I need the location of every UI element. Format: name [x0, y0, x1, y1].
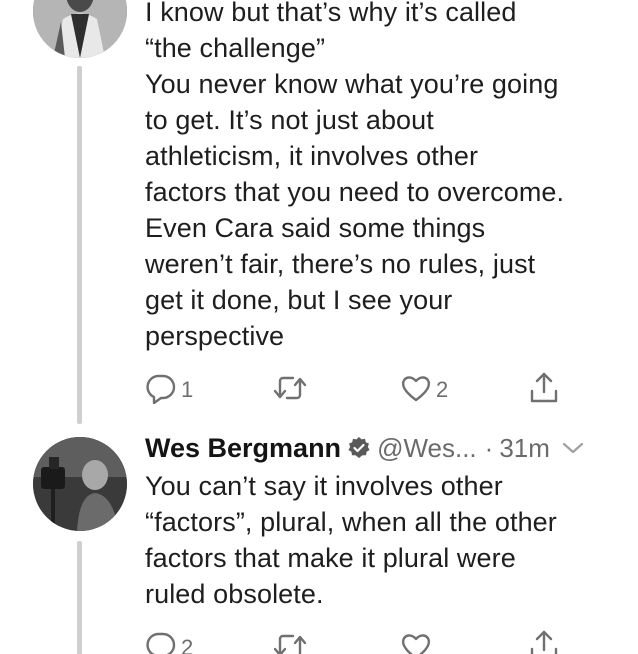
- tweet1-text: I know but that’s why it’s called “the c…: [145, 0, 564, 354]
- retweet-button[interactable]: [273, 628, 311, 654]
- tweet1-line: factors that you need to overcome.: [145, 177, 565, 207]
- retweet-icon: [273, 372, 307, 409]
- tweet1-line: weren’t fair, there’s no rules, just: [145, 249, 536, 279]
- verified-badge-icon: [347, 436, 371, 460]
- avatar-tweet2[interactable]: [33, 437, 127, 531]
- avatar-tweet2-image: [33, 437, 127, 531]
- reply-button[interactable]: 1: [145, 370, 193, 410]
- like-count: 2: [436, 377, 449, 402]
- tweet1-line: “the challenge”: [145, 33, 326, 63]
- tweet2-line: factors that make it plural were: [145, 543, 516, 573]
- tweet2-text: You can’t say it involves other “factors…: [145, 468, 557, 612]
- reply-icon: [145, 372, 177, 409]
- tweet2-header: Wes Bergmann @Wes... · 31m: [145, 428, 615, 468]
- retweet-button[interactable]: [273, 370, 311, 410]
- tweet2-line: “factors”, plural, when all the other: [145, 507, 557, 537]
- like-button[interactable]: [400, 628, 436, 654]
- like-button[interactable]: 2: [400, 370, 448, 410]
- reply-icon: [145, 630, 177, 654]
- tweet2-line: ruled obsolete.: [145, 579, 324, 609]
- heart-icon: [400, 630, 432, 654]
- share-button[interactable]: [528, 628, 560, 654]
- retweet-icon: [273, 630, 307, 654]
- share-icon: [528, 629, 560, 654]
- handle[interactable]: @Wes...: [377, 433, 477, 464]
- tweet1-actions: 1 2: [145, 370, 565, 410]
- tweet1-line: athleticism, it involves other: [145, 141, 479, 171]
- tweet1-line: get it done, but I see your: [145, 285, 453, 315]
- reply-button[interactable]: 2: [145, 628, 193, 654]
- tweet1-line: to get. It’s not just about: [145, 105, 434, 135]
- thread-line-1: [77, 66, 82, 424]
- reply-count: 2: [181, 635, 194, 654]
- display-name[interactable]: Wes Bergmann: [145, 433, 341, 464]
- reply-count: 1: [181, 377, 194, 402]
- chevron-down-icon[interactable]: [562, 441, 584, 455]
- tweet2-line: You can’t say it involves other: [145, 471, 503, 501]
- tweet1-line: I know but that’s why it’s called: [145, 0, 517, 27]
- tweet1-line: perspective: [145, 321, 285, 351]
- separator-dot: ·: [484, 432, 494, 463]
- tweet2-actions: 2: [145, 628, 565, 654]
- timestamp[interactable]: 31m: [499, 433, 550, 464]
- tweet1-line: Even Cara said some things: [145, 213, 486, 243]
- share-icon: [528, 371, 560, 410]
- avatar-tweet1-image: [33, 0, 127, 58]
- avatar-tweet1[interactable]: [33, 0, 127, 58]
- heart-icon: [400, 372, 432, 409]
- thread-line-2: [77, 541, 82, 654]
- tweet1-line: You never know what you’re going: [145, 69, 559, 99]
- share-button[interactable]: [528, 370, 560, 410]
